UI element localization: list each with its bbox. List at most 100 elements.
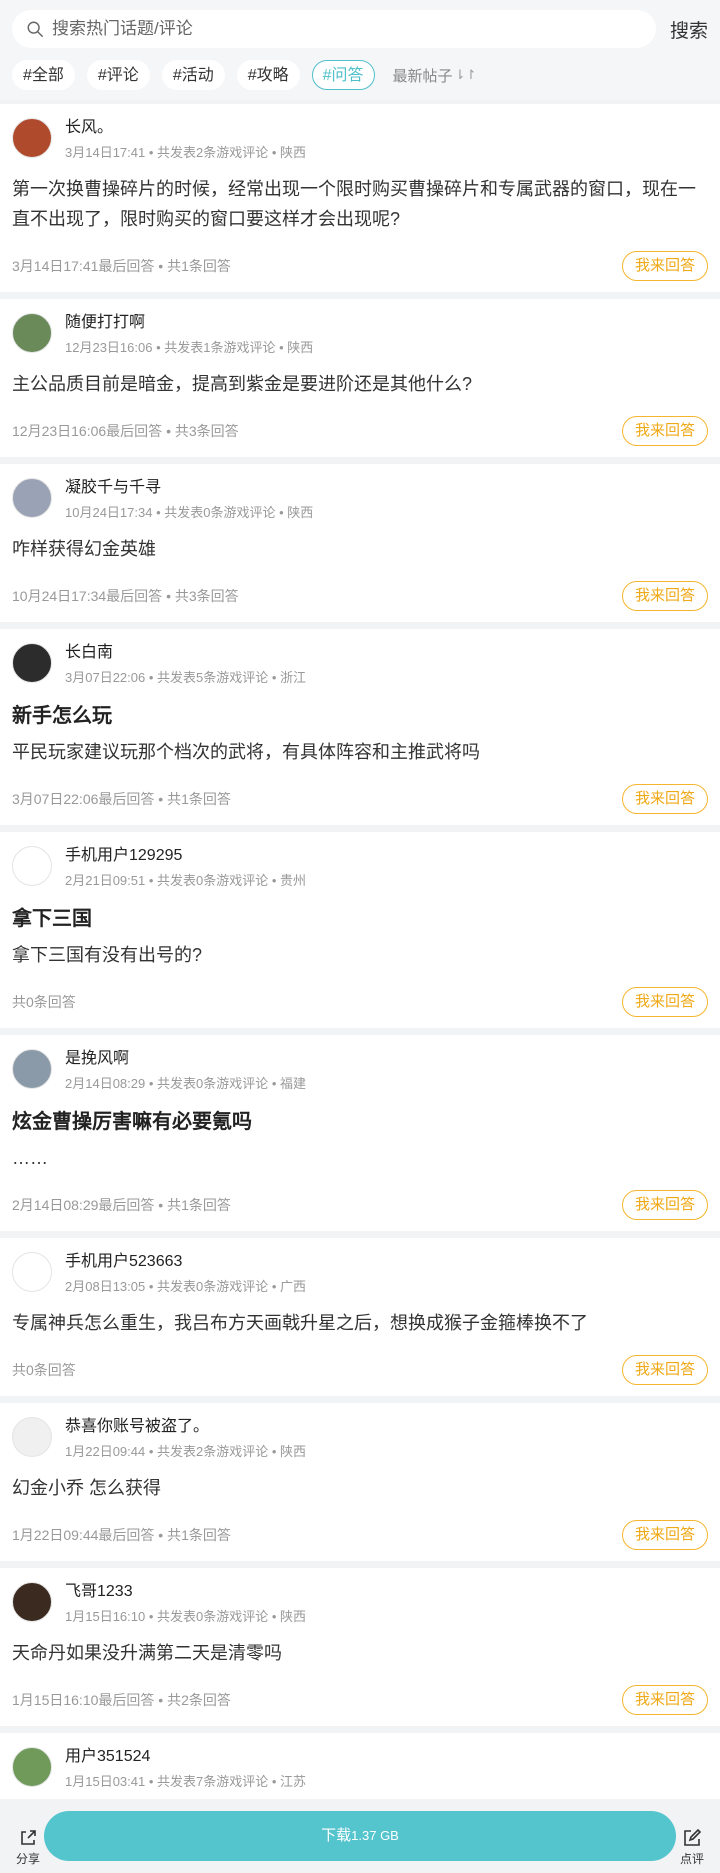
avatar[interactable] (12, 846, 52, 886)
username[interactable]: 是挽风啊 (65, 1049, 306, 1069)
post-text[interactable]: 专属神兵怎么重生，我吕布方天画戟升星之后，想换成猴子金箍棒换不了 (12, 1308, 708, 1338)
post-meta: 2月08日13:05 • 共发表0条游戏评论 • 广西 (65, 1279, 307, 1294)
post-text[interactable]: 平民玩家建议玩那个档次的武将，有具体阵容和主推武将吗 (12, 737, 708, 767)
post-user-row: 是挽风啊 2月14日08:29 • 共发表0条游戏评论 • 福建 (12, 1047, 708, 1091)
post-card[interactable]: 手机用户129295 2月21日09:51 • 共发表0条游戏评论 • 贵州 拿下三… (0, 832, 720, 1028)
download-button[interactable]: 下载1.37 GB (44, 1811, 676, 1861)
post-card[interactable]: 恭喜你账号被盗了。 1月22日09:44 • 共发表2条游戏评论 • 陕西幻金小乔… (0, 1403, 720, 1561)
post-footer: 3月14日17:41最后回答 • 共1条回答 我来回答 (12, 250, 708, 282)
sort-dropdown[interactable]: 最新帖子 ⇂↾ (393, 65, 477, 86)
answer-meta: 10月24日17:34最后回答 • 共3条回答 (12, 588, 239, 604)
post-card[interactable]: 随便打打啊 12月23日16:06 • 共发表1条游戏评论 • 陕西主公品质目前是… (0, 299, 720, 457)
post-user-row: 恭喜你账号被盗了。 1月22日09:44 • 共发表2条游戏评论 • 陕西 (12, 1415, 708, 1459)
username[interactable]: 飞哥1233 (65, 1582, 306, 1602)
post-card[interactable]: 长白南 3月07日22:06 • 共发表5条游戏评论 • 浙江新手怎么玩平民玩家建… (0, 629, 720, 825)
answer-button[interactable]: 我来回答 (622, 1190, 708, 1220)
post-footer: 共0条回答 我来回答 (12, 986, 708, 1018)
bottom-bar: 分享 下载1.37 GB 点评 (0, 1803, 720, 1873)
user-info: 长白南 3月07日22:06 • 共发表5条游戏评论 • 浙江 (65, 641, 306, 687)
post-footer: 1月15日16:10最后回答 • 共2条回答 我来回答 (12, 1684, 708, 1716)
answer-button[interactable]: 我来回答 (622, 416, 708, 446)
post-card[interactable]: 飞哥1233 1月15日16:10 • 共发表0条游戏评论 • 陕西天命丹如果没升… (0, 1568, 720, 1726)
search-box[interactable] (12, 10, 656, 48)
post-footer: 2月14日08:29最后回答 • 共1条回答 我来回答 (12, 1189, 708, 1221)
tag-all[interactable]: #全部 (12, 60, 75, 90)
post-card[interactable]: 是挽风啊 2月14日08:29 • 共发表0条游戏评论 • 福建炫金曹操厉害嘛有必… (0, 1035, 720, 1231)
post-meta: 2月14日08:29 • 共发表0条游戏评论 • 福建 (65, 1076, 307, 1091)
post-footer: 12月23日16:06最后回答 • 共3条回答 我来回答 (12, 415, 708, 447)
post-text[interactable]: 第一次换曹操碎片的时候，经常出现一个限时购买曹操碎片和专属武器的窗口，现在一直不… (12, 174, 708, 234)
avatar[interactable] (12, 643, 52, 683)
tag-review[interactable]: #评论 (86, 60, 150, 90)
post-title[interactable]: 新手怎么玩 (12, 703, 708, 729)
user-info: 凝胶千与千寻 10月24日17:34 • 共发表0条游戏评论 • 陕西 (65, 476, 313, 522)
tag-guide[interactable]: #攻略 (236, 60, 300, 90)
username[interactable]: 随便打打啊 (65, 313, 313, 333)
search-input[interactable] (50, 18, 642, 40)
username[interactable]: 长白南 (65, 643, 306, 663)
avatar[interactable] (12, 478, 52, 518)
avatar[interactable] (12, 118, 52, 158)
tag-qa[interactable]: #问答 (311, 60, 375, 90)
answer-meta: 12月23日16:06最后回答 • 共3条回答 (12, 423, 239, 439)
answer-meta: 3月07日22:06最后回答 • 共1条回答 (12, 791, 231, 807)
post-card[interactable]: 凝胶千与千寻 10月24日17:34 • 共发表0条游戏评论 • 陕西咋样获得幻金… (0, 464, 720, 622)
post-text[interactable]: 幻金小乔 怎么获得 (12, 1473, 708, 1503)
post-text[interactable]: 拿下三国有没有出号的? (12, 940, 708, 970)
rate-button[interactable]: 点评 (670, 1828, 714, 1867)
answer-button[interactable]: 我来回答 (622, 1685, 708, 1715)
answer-meta: 1月22日09:44最后回答 • 共1条回答 (12, 1527, 231, 1543)
share-label: 分享 (15, 1852, 40, 1866)
download-label: 下载 (321, 1827, 352, 1844)
post-text[interactable]: 咋样获得幻金英雄 (12, 534, 708, 564)
avatar[interactable] (12, 1417, 52, 1457)
avatar[interactable] (12, 1747, 52, 1787)
post-user-row: 手机用户523663 2月08日13:05 • 共发表0条游戏评论 • 广西 (12, 1250, 708, 1294)
username[interactable]: 手机用户523663 (65, 1252, 306, 1272)
header: 搜索 #全部 #评论 #活动 #攻略 #问答 最新帖子 ⇂↾ (0, 0, 720, 100)
avatar[interactable] (12, 313, 52, 353)
post-meta: 1月15日16:10 • 共发表0条游戏评论 • 陕西 (65, 1609, 307, 1624)
post-title[interactable]: 拿下三国 (12, 906, 708, 932)
avatar[interactable] (12, 1582, 52, 1622)
answer-button[interactable]: 我来回答 (622, 581, 708, 611)
answer-button[interactable]: 我来回答 (622, 1355, 708, 1385)
share-icon (21, 1830, 36, 1845)
username[interactable]: 凝胶千与千寻 (65, 478, 313, 498)
answer-meta: 3月14日17:41最后回答 • 共1条回答 (12, 258, 231, 274)
username[interactable]: 手机用户129295 (65, 846, 306, 866)
post-text[interactable]: 天命丹如果没升满第二天是清零吗 (12, 1638, 708, 1668)
search-button[interactable]: 搜索 (668, 16, 708, 43)
post-text[interactable]: …… (12, 1143, 708, 1173)
post-card[interactable]: 长风。 3月14日17:41 • 共发表2条游戏评论 • 陕西第一次换曹操碎片的时… (0, 104, 720, 292)
post-card[interactable]: 手机用户523663 2月08日13:05 • 共发表0条游戏评论 • 广西专属神… (0, 1238, 720, 1396)
search-row: 搜索 (12, 10, 708, 48)
answer-button[interactable]: 我来回答 (622, 784, 708, 814)
post-footer: 10月24日17:34最后回答 • 共3条回答 我来回答 (12, 580, 708, 612)
post-meta: 1月22日09:44 • 共发表2条游戏评论 • 陕西 (65, 1444, 307, 1459)
avatar[interactable] (12, 1049, 52, 1089)
user-info: 手机用户523663 2月08日13:05 • 共发表0条游戏评论 • 广西 (65, 1250, 306, 1296)
user-info: 是挽风啊 2月14日08:29 • 共发表0条游戏评论 • 福建 (65, 1047, 306, 1093)
username[interactable]: 长风。 (65, 118, 306, 138)
sort-arrows-icon: ⇂↾ (454, 67, 477, 82)
search-icon (27, 21, 43, 37)
answer-meta: 2月14日08:29最后回答 • 共1条回答 (12, 1197, 231, 1213)
answer-meta: 1月15日16:10最后回答 • 共2条回答 (12, 1692, 231, 1708)
tag-event[interactable]: #活动 (161, 60, 225, 90)
post-card[interactable]: 用户351524 1月15日03:41 • 共发表7条游戏评论 • 江苏 (0, 1733, 720, 1799)
post-footer: 1月22日09:44最后回答 • 共1条回答 我来回答 (12, 1519, 708, 1551)
username[interactable]: 恭喜你账号被盗了。 (65, 1417, 306, 1437)
avatar[interactable] (12, 1252, 52, 1292)
post-meta: 3月14日17:41 • 共发表2条游戏评论 • 陕西 (65, 145, 307, 160)
user-info: 飞哥1233 1月15日16:10 • 共发表0条游戏评论 • 陕西 (65, 1580, 306, 1626)
user-info: 长风。 3月14日17:41 • 共发表2条游戏评论 • 陕西 (65, 116, 306, 162)
answer-button[interactable]: 我来回答 (622, 987, 708, 1017)
post-user-row: 随便打打啊 12月23日16:06 • 共发表1条游戏评论 • 陕西 (12, 311, 708, 355)
username[interactable]: 用户351524 (65, 1747, 306, 1767)
post-title[interactable]: 炫金曹操厉害嘛有必要氪吗 (12, 1109, 708, 1135)
answer-button[interactable]: 我来回答 (622, 1520, 708, 1550)
post-list: 长风。 3月14日17:41 • 共发表2条游戏评论 • 陕西第一次换曹操碎片的时… (0, 104, 720, 1799)
answer-button[interactable]: 我来回答 (622, 251, 708, 281)
post-text[interactable]: 主公品质目前是暗金，提高到紫金是要进阶还是其他什么? (12, 369, 708, 399)
